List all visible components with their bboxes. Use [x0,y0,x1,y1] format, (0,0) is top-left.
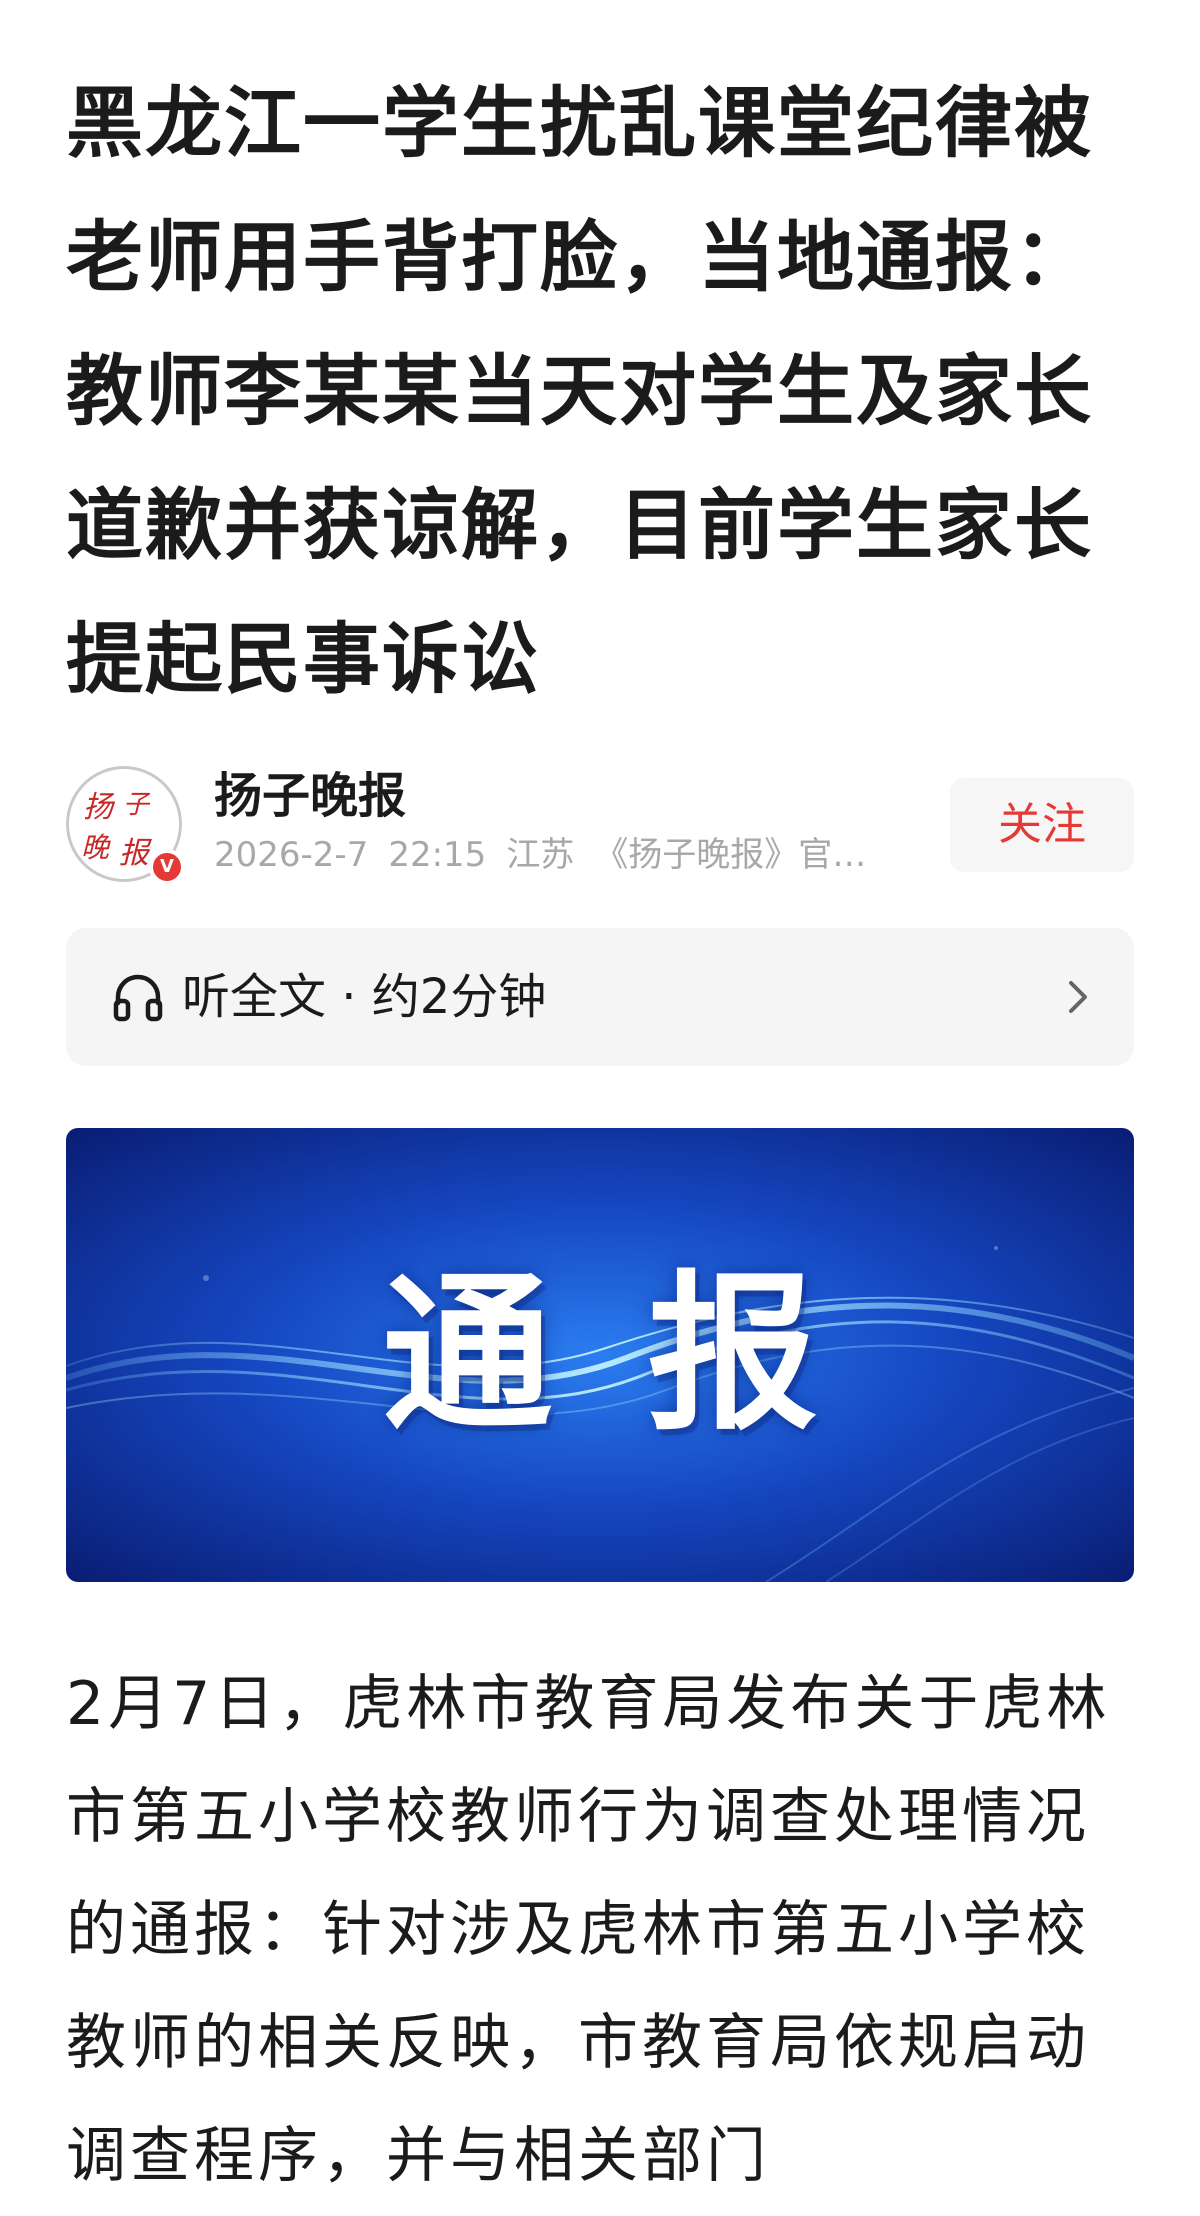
publish-location: 江苏 [506,835,575,875]
follow-button[interactable]: 关注 [950,778,1134,872]
listen-full-text-bar[interactable]: 听全文 · 约2分钟 [66,928,1134,1066]
headphones-icon [113,974,163,1022]
svg-text:扬: 扬 [83,790,116,825]
article-banner-image: 通报 [66,1128,1134,1582]
verified-badge-icon: V [149,849,185,885]
listen-label: 听全文 · 约2分钟 [182,969,547,1025]
avatar[interactable]: 扬 子 晚 报 V [66,766,185,885]
svg-text:报: 报 [119,836,152,871]
article-body-paragraph: 2月7日，虎林市教育局发布关于虎林市第五小学校教师行为调查处理情况的通报：针对涉… [66,1669,1111,2191]
author-name[interactable]: 扬子晚报 [214,766,406,826]
article-page: 黑龙江一学生扰乱课堂纪律被老师用手背打脸，当地通报：教师李某某当天对学生及家长道… [0,0,1200,2216]
publish-date: 2026-2-7 [214,835,369,875]
chevron-right-icon [1069,981,1087,1013]
article-headline: 黑龙江一学生扰乱课堂纪律被老师用手背打脸，当地通报：教师李某某当天对学生及家长道… [66,80,1093,705]
svg-text:子: 子 [123,790,151,820]
banner-title: 通报 [382,1256,913,1454]
author-description: 《扬子晚报》官… [594,835,867,875]
svg-text:晚: 晚 [81,831,111,864]
publish-time: 22:15 [388,835,487,875]
author-row: 扬 子 晚 报 V 扬子晚报 2026-2-7 22:15 江苏 《扬子晚报》官… 关… [66,766,1134,886]
author-meta: 2026-2-7 22:15 江苏 《扬子晚报》官… [214,830,934,880]
